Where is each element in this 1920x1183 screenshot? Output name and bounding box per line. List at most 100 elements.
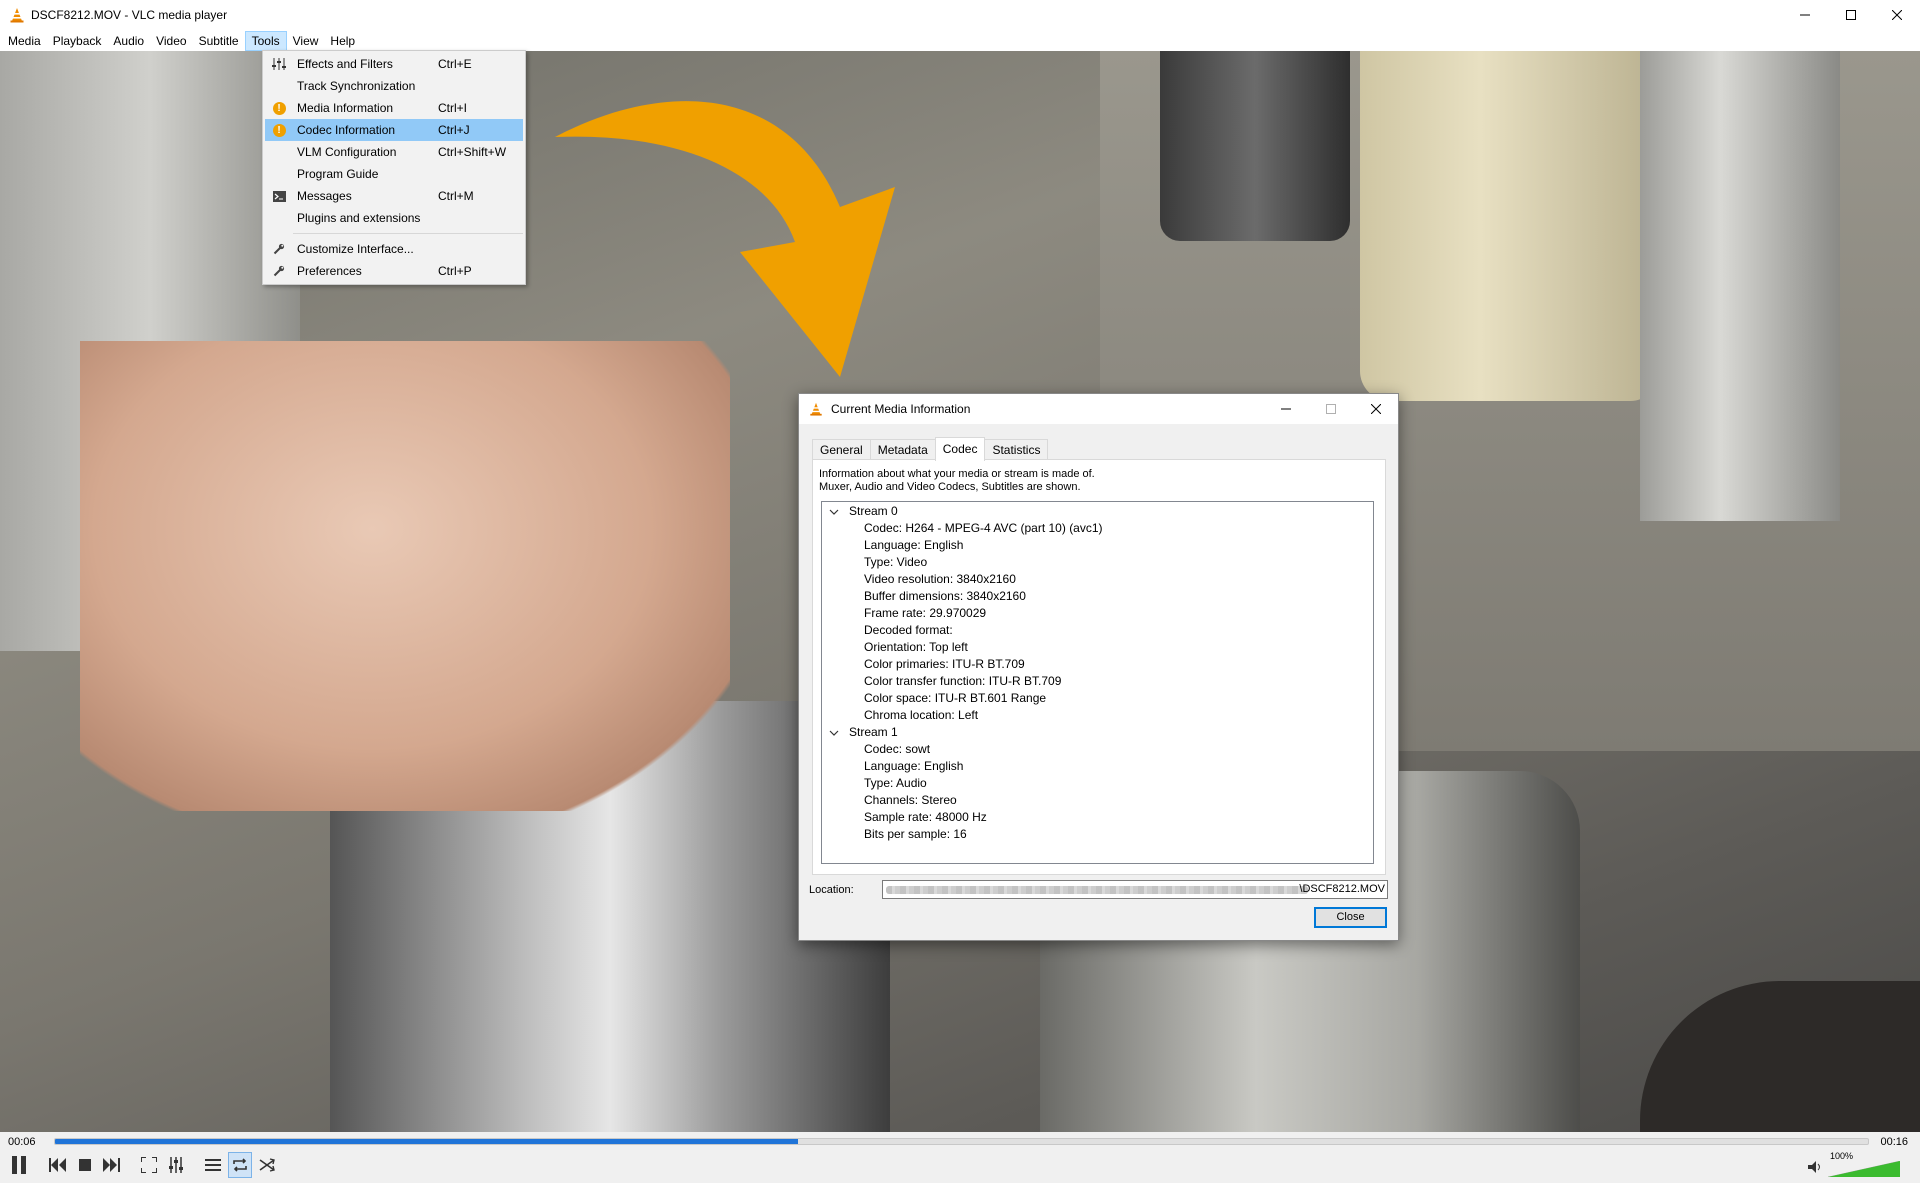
- loop-icon: [233, 1158, 247, 1172]
- menu-item-label: Messages: [297, 189, 352, 203]
- tree-property: Codec: H264 - MPEG-4 AVC (part 10) (avc1…: [864, 521, 1103, 535]
- codec-description: Information about what your media or str…: [819, 468, 1095, 494]
- maximize-button[interactable]: [1828, 0, 1874, 30]
- pause-button[interactable]: [5, 1152, 33, 1178]
- tree-property: Frame rate: 29.970029: [864, 606, 987, 620]
- menu-help[interactable]: Help: [324, 31, 361, 51]
- menu-item-shortcut: Ctrl+I: [438, 101, 468, 115]
- menu-media[interactable]: Media: [2, 31, 47, 51]
- close-window-button[interactable]: [1874, 0, 1920, 30]
- tab-metadata[interactable]: Metadata: [869, 439, 936, 460]
- title-bar: DSCF8212.MOV - VLC media player: [0, 0, 1920, 30]
- menu-item-shortcut: Ctrl+J: [438, 123, 470, 137]
- chevron-down-icon[interactable]: [828, 727, 840, 739]
- previous-button[interactable]: [46, 1152, 70, 1178]
- location-label: Location:: [809, 884, 854, 896]
- tree-property: Language: English: [864, 759, 964, 773]
- menu-item-label: Customize Interface...: [297, 242, 414, 256]
- video-scene-cylinder: [1640, 51, 1840, 521]
- wrench-icon: [271, 241, 287, 257]
- menu-item-vlm-configuration[interactable]: VLM Configuration Ctrl+Shift+W: [263, 141, 525, 163]
- stop-icon: [79, 1159, 91, 1171]
- seek-bar[interactable]: [54, 1138, 1869, 1145]
- location-filename: \DSCF8212.MOV: [1299, 883, 1385, 895]
- maximize-icon: [1325, 404, 1336, 414]
- vlc-cone-icon: [810, 402, 822, 416]
- extended-settings-button[interactable]: [164, 1152, 188, 1178]
- tree-stream-label: Stream 0: [849, 504, 898, 518]
- volume-slider[interactable]: [1828, 1161, 1900, 1177]
- dialog-tabs: General Metadata Codec Statistics: [812, 437, 1049, 461]
- codec-tree[interactable]: Stream 0 Codec: H264 - MPEG-4 AVC (part 1…: [821, 501, 1374, 864]
- info-icon: !: [271, 122, 287, 138]
- menu-item-program-guide[interactable]: Program Guide: [263, 163, 525, 185]
- tree-property: Bits per sample: 16: [864, 827, 967, 841]
- menu-item-track-sync[interactable]: Track Synchronization: [263, 75, 525, 97]
- next-button[interactable]: [99, 1152, 123, 1178]
- tree-property: Sample rate: 48000 Hz: [864, 810, 987, 824]
- menu-item-label: Codec Information: [297, 123, 396, 137]
- previous-icon: [49, 1158, 66, 1172]
- tree-property: Type: Audio: [864, 776, 927, 790]
- dialog-minimize-button[interactable]: [1263, 394, 1308, 424]
- tree-property: Language: English: [864, 538, 964, 552]
- tree-property: Codec: sowt: [864, 742, 931, 756]
- chevron-down-icon[interactable]: [828, 506, 840, 518]
- close-button[interactable]: Close: [1314, 907, 1387, 928]
- menu-playback[interactable]: Playback: [47, 31, 108, 51]
- menu-audio[interactable]: Audio: [107, 31, 150, 51]
- menu-item-label: Media Information: [297, 101, 394, 115]
- location-field[interactable]: \DSCF8212.MOV: [882, 880, 1388, 899]
- menu-item-shortcut: Ctrl+Shift+W: [438, 145, 507, 159]
- fullscreen-button[interactable]: [137, 1152, 161, 1178]
- loop-button[interactable]: [228, 1152, 252, 1178]
- menu-item-label: Plugins and extensions: [297, 211, 421, 225]
- tree-property: Channels: Stereo: [864, 793, 957, 807]
- video-scene-can: [1360, 51, 1660, 401]
- tree-property: Buffer dimensions: 3840x2160: [864, 589, 1026, 603]
- shuffle-button[interactable]: [255, 1152, 279, 1178]
- codec-tab-panel: Information about what your media or str…: [812, 459, 1386, 875]
- menu-item-effects-filters[interactable]: Effects and Filters Ctrl+E: [263, 53, 525, 75]
- equalizer-icon: [169, 1157, 183, 1173]
- tree-property: Color transfer function: ITU-R BT.709: [864, 674, 1062, 688]
- menu-item-codec-information[interactable]: ! Codec Information Ctrl+J: [265, 119, 523, 141]
- menu-item-media-information[interactable]: ! Media Information Ctrl+I: [263, 97, 525, 119]
- menu-view[interactable]: View: [287, 31, 325, 51]
- tree-stream-node[interactable]: Stream 0: [828, 503, 898, 520]
- menu-bar: Media Playback Audio Video Subtitle Tool…: [0, 30, 1920, 51]
- stop-button[interactable]: [74, 1152, 96, 1178]
- menu-item-shortcut: Ctrl+M: [438, 189, 474, 203]
- menu-video[interactable]: Video: [150, 31, 192, 51]
- tree-property: Decoded format:: [864, 623, 953, 637]
- elapsed-time: 00:06: [8, 1136, 36, 1148]
- tree-property: Video resolution: 3840x2160: [864, 572, 1016, 586]
- menu-subtitle[interactable]: Subtitle: [193, 31, 245, 51]
- menu-item-messages[interactable]: Messages Ctrl+M: [263, 185, 525, 207]
- minimize-button[interactable]: [1782, 0, 1828, 30]
- close-icon: [1370, 404, 1381, 414]
- menu-item-customize-interface[interactable]: Customize Interface...: [263, 238, 525, 260]
- playlist-button[interactable]: [201, 1152, 225, 1178]
- video-scene-tin: [1160, 51, 1350, 241]
- menu-tools[interactable]: Tools: [244, 30, 287, 51]
- tree-property: Type: Video: [864, 555, 928, 569]
- menu-item-label: Track Synchronization: [297, 79, 416, 93]
- tree-property: Chroma location: Left: [864, 708, 979, 722]
- shuffle-icon: [259, 1158, 275, 1172]
- speaker-icon[interactable]: [1808, 1161, 1822, 1173]
- menu-item-preferences[interactable]: Preferences Ctrl+P: [263, 260, 525, 282]
- tree-stream-node[interactable]: Stream 1: [828, 724, 898, 741]
- terminal-icon: [271, 188, 287, 204]
- orange-arrow-graphic: [555, 101, 895, 378]
- dialog-close-x-button[interactable]: [1353, 394, 1398, 424]
- dialog-maximize-button[interactable]: [1308, 394, 1353, 424]
- menu-item-label: Program Guide: [297, 167, 379, 181]
- window-title: DSCF8212.MOV - VLC media player: [31, 8, 228, 22]
- tab-statistics[interactable]: Statistics: [984, 439, 1049, 460]
- tab-codec[interactable]: Codec: [934, 437, 986, 461]
- tree-stream-label: Stream 1: [849, 725, 898, 739]
- tree-property: Orientation: Top left: [864, 640, 968, 654]
- tab-general[interactable]: General: [812, 439, 871, 460]
- menu-item-plugins-extensions[interactable]: Plugins and extensions: [263, 207, 525, 229]
